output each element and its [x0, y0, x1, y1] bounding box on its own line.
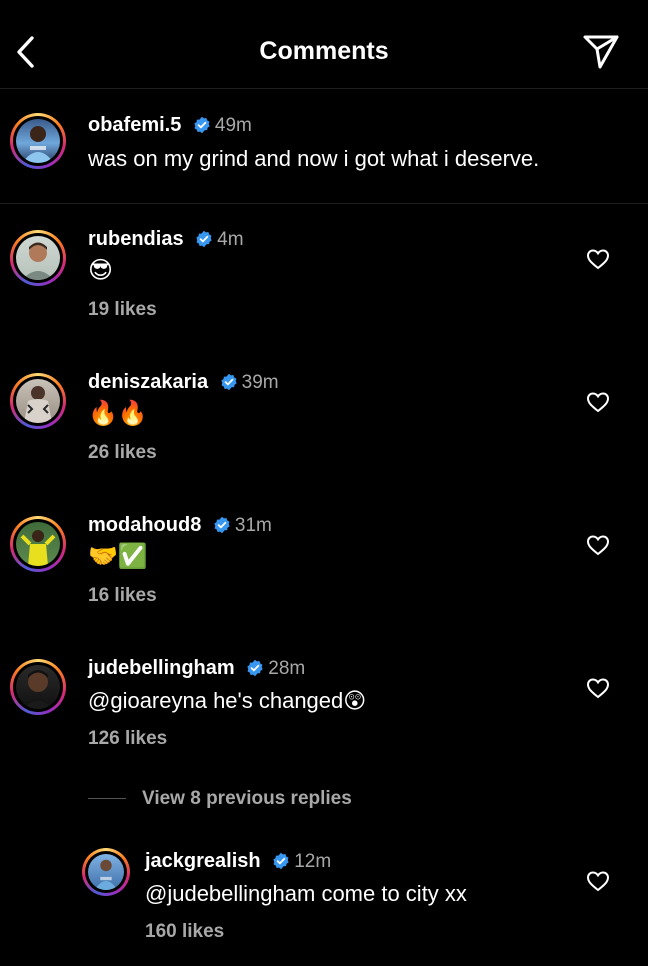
likes-count[interactable]: 126 likes [88, 728, 167, 750]
comment-header: deniszakaria 39m [88, 371, 279, 394]
heart-icon[interactable] [586, 391, 610, 413]
timestamp: 31m [234, 515, 272, 536]
username[interactable]: rubendias [88, 228, 184, 250]
heart-icon[interactable] [586, 870, 610, 892]
comment-header: judebellingham 28m [88, 657, 305, 680]
comment-text: @judebellingham come to city xx [145, 881, 467, 906]
timestamp: 12m [294, 851, 332, 872]
comment-header: jackgrealish 12m [145, 850, 331, 873]
avatar[interactable] [10, 230, 66, 286]
send-icon [583, 35, 619, 69]
timestamp: 49m [214, 115, 252, 136]
avatar[interactable] [10, 516, 66, 572]
view-replies-button[interactable]: View 8 previous replies [88, 788, 352, 812]
verified-badge-icon [194, 116, 210, 134]
verified-badge-icon [214, 516, 230, 534]
comment-text: @gioareyna he's changed😲 [88, 688, 367, 713]
comment-header: rubendias 4m [88, 228, 244, 251]
username[interactable]: deniszakaria [88, 371, 208, 393]
comment-text: 🔥🔥 [88, 399, 148, 427]
timestamp: 39m [241, 372, 279, 393]
view-replies-label: View 8 previous replies [142, 788, 352, 809]
page-title: Comments [259, 37, 389, 65]
heart-icon[interactable] [586, 677, 610, 699]
username[interactable]: jackgrealish [145, 850, 261, 872]
comment-header: modahoud8 31m [88, 514, 272, 537]
timestamp: 28m [268, 658, 306, 679]
post-caption: obafemi.5 49m was on my grind and now i … [0, 89, 648, 204]
heart-icon[interactable] [586, 534, 610, 556]
likes-count[interactable]: 26 likes [88, 442, 157, 464]
username[interactable]: obafemi.5 [88, 114, 181, 136]
likes-count[interactable]: 19 likes [88, 299, 157, 321]
username[interactable]: judebellingham [88, 657, 235, 679]
heart-icon[interactable] [586, 248, 610, 270]
likes-count[interactable]: 16 likes [88, 585, 157, 607]
share-button[interactable] [582, 34, 620, 70]
verified-badge-icon [196, 230, 212, 248]
avatar[interactable] [10, 113, 66, 169]
verified-badge-icon [273, 852, 289, 870]
avatar[interactable] [10, 659, 66, 715]
avatar[interactable] [82, 848, 130, 896]
comment-text: 😎 [88, 256, 114, 284]
divider [88, 798, 126, 800]
likes-count[interactable]: 160 likes [145, 921, 224, 943]
avatar[interactable] [10, 373, 66, 429]
comment-text: 🤝✅ [88, 542, 148, 570]
header-bar: Comments [0, 0, 648, 89]
caption-text: was on my grind and now i got what i des… [88, 146, 540, 171]
comment-header: obafemi.5 49m [88, 114, 252, 137]
verified-badge-icon [247, 659, 263, 677]
timestamp: 4m [217, 229, 244, 250]
username[interactable]: modahoud8 [88, 514, 201, 536]
verified-badge-icon [220, 373, 237, 391]
